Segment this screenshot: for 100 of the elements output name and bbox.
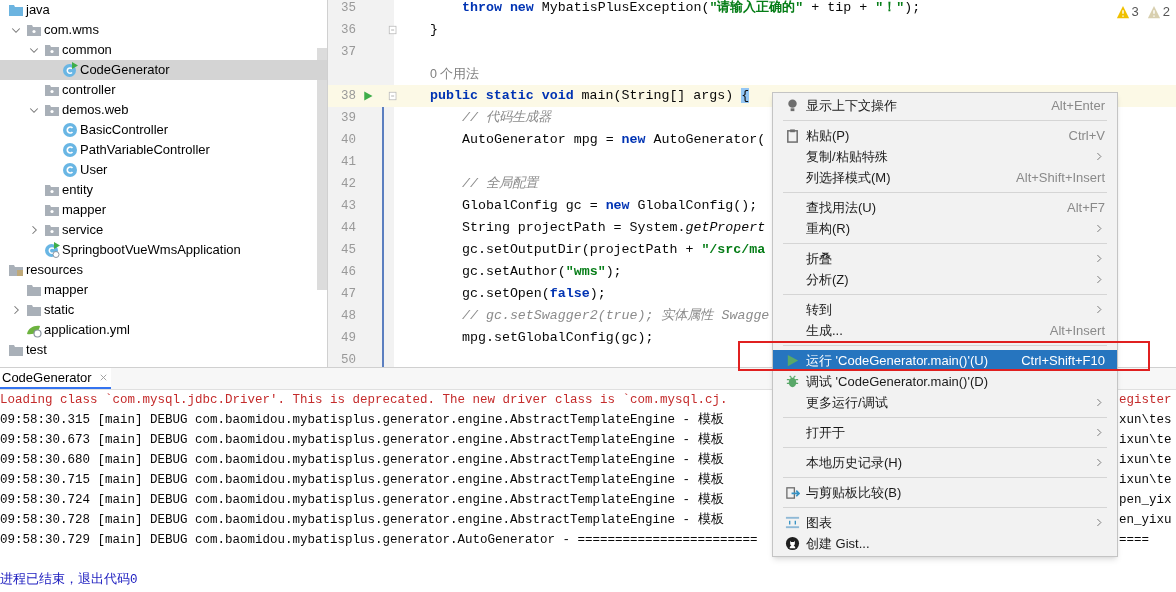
console-line: 09:58:30.315 [main] DEBUG com.baomidou.mybatisplus.generator.engine.AbstractTemplateEngine - 模板 <box>0 411 724 429</box>
menu-item[interactable]: 重构(R) <box>773 218 1117 239</box>
line-number: 49 <box>340 329 356 347</box>
tree-item[interactable]: entity <box>0 180 327 200</box>
code-line: AutoGenerator mpg = new AutoGenerator( <box>462 131 766 150</box>
menu-item[interactable]: 调试 'CodeGenerator.main()'(D) <box>773 371 1117 392</box>
scrollbar[interactable] <box>317 48 327 290</box>
tree-item[interactable]: CodeGenerator <box>0 60 327 80</box>
console-line: en_yixu <box>1119 511 1172 529</box>
item-label: static <box>44 301 75 320</box>
tree-item[interactable]: common <box>0 40 327 60</box>
menu-item[interactable]: 图表 <box>773 512 1117 533</box>
menu-item[interactable]: 分析(Z) <box>773 269 1117 290</box>
code-line: GlobalConfig gc = new GlobalConfig(); <box>462 197 758 216</box>
menu-item[interactable]: 更多运行/调试 <box>773 392 1117 413</box>
menu-item[interactable]: 折叠 <box>773 248 1117 269</box>
tree-item[interactable]: demos.web <box>0 100 327 120</box>
tree-item[interactable]: service <box>0 220 327 240</box>
item-label: application.yml <box>44 321 130 340</box>
class-icon <box>62 162 78 178</box>
console-line: 进程已结束，退出代码0 <box>0 571 138 589</box>
line-number: 36 <box>340 21 356 39</box>
fold-icon[interactable] <box>387 90 399 102</box>
menu-item[interactable]: 粘贴(P) Ctrl+V <box>773 125 1117 146</box>
menu-item[interactable]: 转到 <box>773 299 1117 320</box>
item-label: mapper <box>62 201 107 220</box>
item-label: service <box>62 221 104 240</box>
tree-item[interactable]: test <box>0 340 327 360</box>
console-line: 09:58:30.715 [main] DEBUG com.baomidou.mybatisplus.generator.engine.AbstractTemplateEngine - 模板 <box>0 471 724 489</box>
console-line: 09:58:30.680 [main] DEBUG com.baomidou.mybatisplus.generator.engine.AbstractTemplateEngine - 模板 <box>0 451 724 469</box>
line-number: 42 <box>340 175 356 193</box>
class-icon <box>62 122 78 138</box>
bug-icon <box>785 374 800 389</box>
code-line: // 代码生成器 <box>462 109 551 128</box>
code-line: gc.setAuthor("wms"); <box>462 263 622 282</box>
item-label: common <box>62 41 112 60</box>
line-number: 41 <box>340 153 356 171</box>
github-icon <box>785 536 800 551</box>
tree-item[interactable]: BasicController <box>0 120 327 140</box>
tree-item[interactable]: java <box>0 0 327 20</box>
menu-item[interactable]: 本地历史记录(H) <box>773 452 1117 473</box>
code-line: mpg.setGlobalConfig(gc); <box>462 329 654 348</box>
folder-icon <box>26 302 42 318</box>
line-number: 35 <box>340 0 356 17</box>
menu-item[interactable]: 与剪贴板比较(B) <box>773 482 1117 503</box>
tree-item[interactable]: mapper <box>0 200 327 220</box>
run-icon[interactable] <box>362 90 374 102</box>
folder-icon <box>26 282 42 298</box>
code-line: // 全局配置 <box>462 175 538 194</box>
item-label: controller <box>62 81 116 100</box>
clipboard-icon <box>785 128 800 143</box>
line-number: 43 <box>340 197 356 215</box>
menu-item[interactable]: 生成... Alt+Insert <box>773 320 1117 341</box>
line-number: 47 <box>340 285 356 303</box>
code-line: public static void main(String[] args) { <box>430 87 750 106</box>
warning-count[interactable]: 3 <box>1115 2 1139 22</box>
compare-icon <box>785 485 800 500</box>
item-label: resources <box>26 261 84 280</box>
tree-item[interactable]: controller <box>0 80 327 100</box>
console-line: pen_yix <box>1119 491 1172 509</box>
code-line: } <box>430 21 438 40</box>
item-label: entity <box>62 181 94 200</box>
line-number: 37 <box>340 43 356 61</box>
tree-item[interactable]: SpringbootVueWmsApplication <box>0 240 327 260</box>
item-label: demos.web <box>62 101 129 120</box>
package-icon <box>44 102 60 118</box>
tree-item[interactable]: static <box>0 300 327 320</box>
menu-item[interactable]: 运行 'CodeGenerator.main()'(U) Ctrl+Shift+F10 <box>773 350 1117 371</box>
menu-item[interactable]: 查找用法(U) Alt+F7 <box>773 197 1117 218</box>
tree-item[interactable]: application.yml <box>0 320 327 340</box>
menu-item[interactable]: 显示上下文操作 Alt+Enter <box>773 95 1117 116</box>
code-line: gc.setOutputDir(projectPath + "/src/ma <box>462 241 766 260</box>
console-tab[interactable]: CodeGenerator <box>0 368 111 389</box>
package-icon <box>26 22 42 38</box>
item-label: CodeGenerator <box>80 61 170 80</box>
menu-item[interactable]: 打开于 <box>773 422 1117 443</box>
menu-item[interactable]: 列选择模式(M) Alt+Shift+Insert <box>773 167 1117 188</box>
console-line: 09:58:30.728 [main] DEBUG com.baomidou.mybatisplus.generator.engine.AbstractTemplateEngine - 模板 <box>0 511 724 529</box>
package-icon <box>44 182 60 198</box>
tree-item[interactable]: resources <box>0 260 327 280</box>
package-icon <box>44 222 60 238</box>
fold-icon[interactable] <box>387 24 399 36</box>
line-number: 46 <box>340 263 356 281</box>
resources-folder-icon <box>8 262 24 278</box>
console-line: ==== <box>1119 531 1149 549</box>
line-number: 39 <box>340 109 356 127</box>
menu-item[interactable]: 复制/粘贴特殊 <box>773 146 1117 167</box>
usage-hint: 0 个用法 <box>430 65 480 83</box>
warning-icon <box>1115 4 1130 19</box>
weak-warning-count[interactable]: 2 <box>1146 2 1170 22</box>
tree-item[interactable]: PathVariableController <box>0 140 327 160</box>
line-number: 45 <box>340 241 356 259</box>
class-icon <box>62 142 78 158</box>
tree-item[interactable]: mapper <box>0 280 327 300</box>
package-icon <box>44 42 60 58</box>
tree-item[interactable]: com.wms <box>0 20 327 40</box>
line-number: 38 <box>340 87 356 105</box>
menu-item[interactable]: 创建 Gist... <box>773 533 1117 554</box>
item-label: BasicController <box>80 121 169 140</box>
tree-item[interactable]: User <box>0 160 327 180</box>
